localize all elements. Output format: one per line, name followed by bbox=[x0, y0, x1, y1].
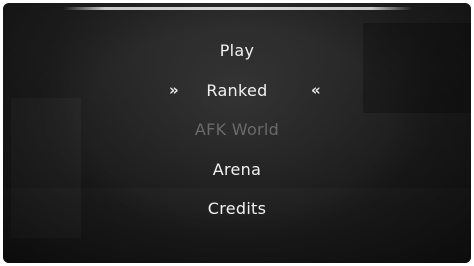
menu-item-label: Credits bbox=[207, 199, 267, 219]
selection-right-chevron-icon: « bbox=[311, 81, 321, 100]
menu-item-arena[interactable]: Arena bbox=[3, 150, 471, 190]
menu-item-afk-world: AFK World bbox=[3, 110, 471, 150]
menu-item-play[interactable]: Play bbox=[3, 31, 471, 71]
game-screen: Play » Ranked « AFK World Arena Credits bbox=[3, 3, 471, 263]
menu-item-label: Ranked bbox=[206, 80, 268, 100]
selection-left-chevron-icon: » bbox=[169, 81, 179, 100]
menu-item-label: Arena bbox=[212, 159, 262, 179]
menu-item-label: AFK World bbox=[194, 120, 280, 140]
main-menu: Play » Ranked « AFK World Arena Credits bbox=[3, 31, 471, 229]
menu-item-label: Play bbox=[219, 41, 255, 61]
menu-item-credits[interactable]: Credits bbox=[3, 189, 471, 229]
menu-item-ranked[interactable]: » Ranked « bbox=[3, 71, 471, 111]
top-divider bbox=[63, 7, 413, 10]
